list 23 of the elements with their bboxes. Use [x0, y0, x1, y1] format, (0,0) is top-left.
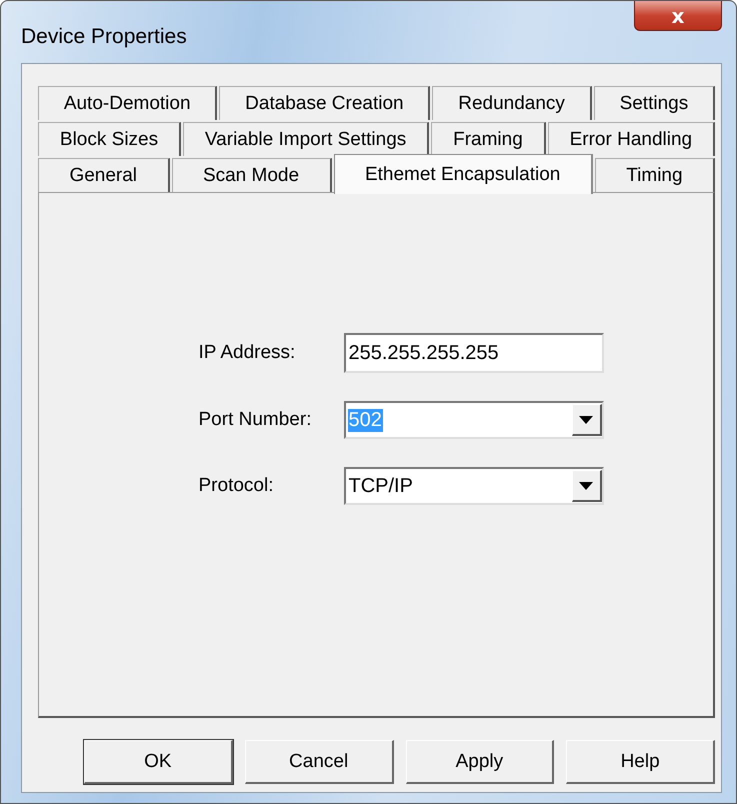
close-button[interactable]: x	[634, 1, 722, 31]
window-title: Device Properties	[21, 25, 187, 49]
tab[interactable]: Timing	[594, 158, 716, 192]
tab[interactable]: Auto-Demotion	[38, 86, 218, 120]
tab[interactable]: Scan Mode	[172, 158, 332, 192]
tab[interactable]: Settings	[594, 86, 716, 120]
tab[interactable]: Redundancy	[432, 86, 592, 120]
tab[interactable]: Variable Import Settings	[183, 122, 430, 156]
field-label: Port Number:	[198, 409, 312, 431]
dialog-button[interactable]: Apply	[406, 740, 554, 784]
field-label: Protocol:	[198, 475, 274, 497]
dialog-button[interactable]: Help	[566, 740, 715, 784]
field-label: IP Address:	[198, 342, 296, 364]
tab[interactable]: General	[38, 158, 170, 192]
tab[interactable]: Framing	[431, 122, 546, 156]
dialog-button[interactable]: OK	[84, 740, 233, 784]
dialog-button[interactable]: Cancel	[244, 740, 394, 784]
tab[interactable]: Database Creation	[219, 86, 430, 120]
tab[interactable]: Block Sizes	[38, 122, 182, 156]
tab[interactable]: Error Handling	[548, 122, 715, 156]
tab[interactable]: Ethemet Encapsulation	[334, 154, 593, 194]
dropdown[interactable]: TCP/IP	[344, 467, 604, 505]
input-field[interactable]: 255.255.255.255	[344, 333, 604, 373]
